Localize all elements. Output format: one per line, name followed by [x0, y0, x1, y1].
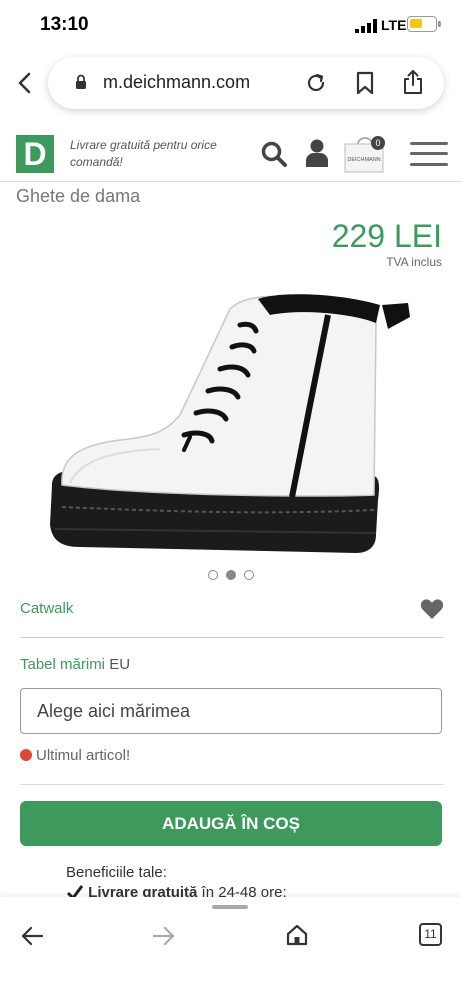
stock-status: Ultimul articol!	[20, 747, 130, 764]
browser-toolbar: 11	[0, 897, 462, 999]
battery-icon	[407, 16, 441, 32]
stock-status-dot	[20, 749, 32, 761]
divider	[20, 784, 444, 785]
size-unit: EU	[109, 656, 131, 673]
home-icon[interactable]	[285, 923, 309, 947]
url-text: m.deichmann.com	[103, 72, 251, 92]
share-icon[interactable]	[402, 69, 424, 95]
product-category: Ghete de dama	[16, 186, 141, 206]
vat-note: TVA inclus	[386, 255, 442, 269]
size-select-placeholder: Alege aici mărimea	[37, 701, 191, 721]
search-icon[interactable]	[260, 140, 288, 168]
tabs-button[interactable]: 11	[419, 923, 442, 946]
signal-icon	[355, 19, 377, 33]
image-carousel-dots	[207, 569, 257, 581]
bookmark-icon[interactable]	[355, 71, 375, 95]
stock-status-text: Ultimul articol!	[36, 747, 131, 764]
hamburger-menu-icon[interactable]	[410, 140, 448, 168]
network-type: LTE	[381, 17, 407, 33]
deichmann-logo[interactable]: D	[16, 135, 54, 173]
size-table-link[interactable]: Tabel mărimi	[20, 656, 105, 673]
heart-icon[interactable]	[420, 598, 444, 620]
cart-count-badge: 0	[371, 136, 385, 150]
carousel-dot[interactable]	[244, 570, 254, 580]
status-time: 13:10	[40, 14, 89, 35]
benefit-item: Livrare gratuită în 24-48 ore;	[66, 884, 326, 898]
user-icon[interactable]	[304, 138, 330, 168]
carousel-dot[interactable]	[208, 570, 218, 580]
add-to-cart-button[interactable]: ADAUGĂ ÎN COȘ	[20, 801, 442, 846]
browser-back-icon[interactable]	[14, 70, 36, 96]
address-bar[interactable]: m.deichmann.com	[48, 57, 444, 109]
bag-label: DEICHMANN	[347, 157, 380, 163]
benefit-rest: în 24-48 ore;	[197, 884, 287, 898]
free-delivery-promo: Livrare gratuită pentru orice comandă!	[70, 138, 217, 169]
nav-forward-icon[interactable]	[152, 925, 176, 947]
reload-icon[interactable]	[304, 71, 328, 95]
product-price: 229 LEI	[331, 218, 442, 254]
benefit-bold: Livrare gratuită	[88, 884, 198, 898]
lock-icon	[76, 74, 86, 89]
size-select[interactable]: Alege aici mărimea	[20, 688, 442, 734]
nav-back-icon[interactable]	[20, 925, 44, 947]
brand-row: Catwalk	[20, 598, 444, 638]
benefits-title: Beneficiile tale:	[66, 864, 167, 881]
brand-link[interactable]: Catwalk	[20, 600, 73, 617]
carousel-dot-active[interactable]	[226, 570, 236, 580]
site-header: D Livrare gratuită pentru orice comandă!…	[0, 120, 462, 182]
product-image[interactable]	[40, 285, 420, 570]
status-bar: 13:10 LTE	[0, 0, 462, 50]
toolbar-grabber[interactable]	[212, 905, 248, 909]
size-table-row: Tabel mărimi EU	[20, 656, 130, 673]
cart-button[interactable]: DEICHMANN 0	[343, 134, 387, 174]
